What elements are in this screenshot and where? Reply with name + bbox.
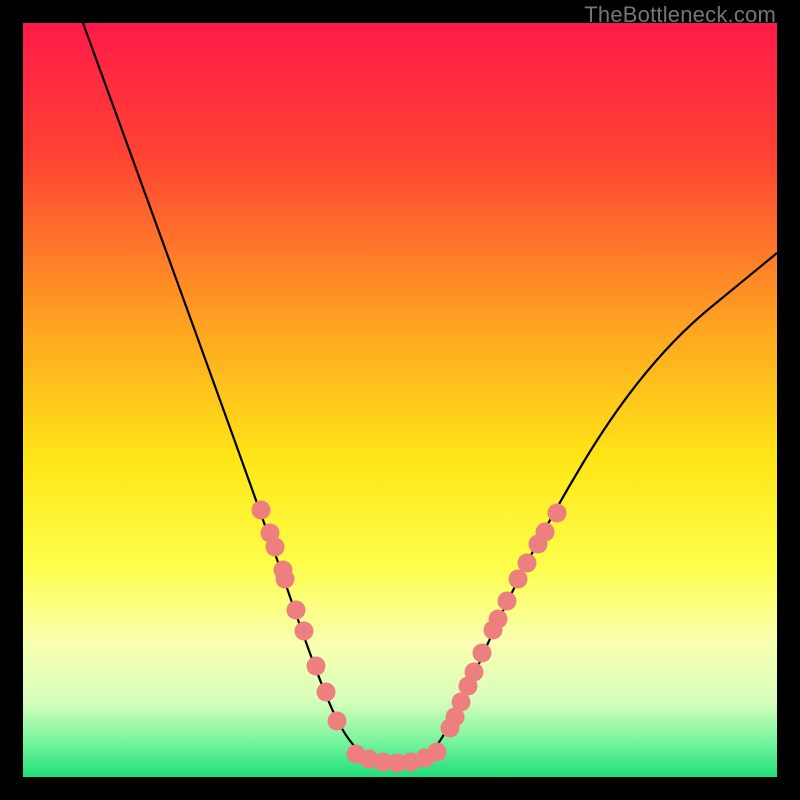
chart-background bbox=[23, 23, 777, 777]
data-dot-right bbox=[548, 504, 567, 523]
data-dot-right bbox=[536, 523, 555, 542]
chart-frame bbox=[23, 23, 777, 777]
data-dot-left bbox=[266, 538, 285, 557]
data-dot-left bbox=[252, 501, 271, 520]
data-dot-right bbox=[465, 663, 484, 682]
data-dot-right bbox=[509, 570, 528, 589]
data-dot-right bbox=[498, 592, 517, 611]
data-dot-left bbox=[287, 601, 306, 620]
data-dot-bottom bbox=[428, 743, 447, 762]
data-dot-left bbox=[328, 712, 347, 731]
data-dot-left bbox=[307, 657, 326, 676]
data-dot-right bbox=[473, 644, 492, 663]
data-dot-left bbox=[317, 683, 336, 702]
watermark-label: TheBottleneck.com bbox=[584, 2, 776, 28]
data-dot-right bbox=[518, 554, 537, 573]
chart-svg bbox=[23, 23, 777, 777]
data-dot-left bbox=[295, 622, 314, 641]
data-dot-right bbox=[489, 610, 508, 629]
data-dot-left bbox=[276, 570, 295, 589]
